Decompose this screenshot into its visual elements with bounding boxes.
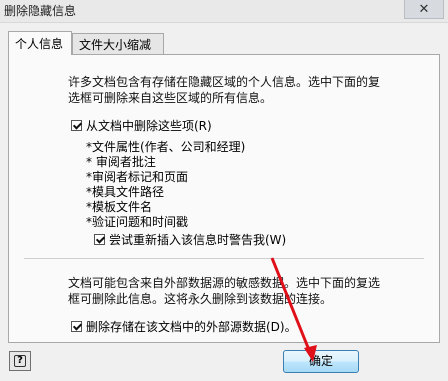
list-item: *审阅者标记和页面 bbox=[86, 170, 189, 184]
list-item: *模具文件路径 bbox=[86, 185, 165, 199]
remove-hidden-info-dialog: 删除隐藏信息 ✕ 个人信息 文件大小缩减 许多文档包含有存储在隐藏区域的个人信息… bbox=[0, 0, 448, 381]
help-icon: ? bbox=[14, 355, 26, 367]
list-item: * 审阅者批注 bbox=[86, 155, 156, 169]
ok-button[interactable]: 确定 bbox=[283, 350, 359, 373]
removed-items-list: *文件属性(作者、公司和经理) * 审阅者批注 *审阅者标记和页面 *模具文件路… bbox=[86, 140, 245, 230]
external-line: 框可删除此信息。这将永久删除到该数据的连接。 bbox=[68, 292, 333, 306]
external-data-checkbox[interactable] bbox=[71, 321, 82, 332]
window-title: 删除隐藏信息 bbox=[4, 4, 77, 18]
intro-text: 许多文档包含有存储在隐藏区域的个人信息。选中下面的复 选框可删除来自这些区域的所… bbox=[68, 74, 380, 106]
warn-checkbox[interactable] bbox=[94, 234, 105, 245]
close-button[interactable]: ✕ bbox=[404, 0, 444, 19]
external-data-label: 删除存储在该文档中的外部源数据(D)。 bbox=[86, 320, 297, 334]
intro-line: 选框可删除来自这些区域的所有信息。 bbox=[68, 91, 273, 105]
external-data-text: 文档可能包含来自外部数据源的敏感数据。选中下面的复选 框可删除此信息。这将永久删… bbox=[68, 275, 380, 307]
remove-items-option[interactable]: 从文档中删除这些项(R) bbox=[71, 117, 212, 134]
external-data-option[interactable]: 删除存储在该文档中的外部源数据(D)。 bbox=[71, 318, 297, 335]
title-bar: 删除隐藏信息 ✕ bbox=[0, 0, 448, 23]
external-line: 文档可能包含来自外部数据源的敏感数据。选中下面的复选 bbox=[68, 276, 381, 290]
section-divider bbox=[24, 258, 424, 259]
list-item: *文件属性(作者、公司和经理) bbox=[86, 140, 246, 154]
tab-file-size-reduction[interactable]: 文件大小缩减 bbox=[72, 33, 164, 54]
warn-option[interactable]: 尝试重新插入该信息时警告我(W) bbox=[94, 231, 286, 248]
list-item: *模板文件名 bbox=[86, 200, 153, 214]
tab-personal-info[interactable]: 个人信息 bbox=[8, 31, 72, 55]
remove-items-checkbox[interactable] bbox=[71, 120, 82, 131]
intro-line: 许多文档包含有存储在隐藏区域的个人信息。选中下面的复 bbox=[68, 75, 381, 89]
remove-items-label: 从文档中删除这些项(R) bbox=[86, 119, 212, 133]
help-button[interactable]: ? bbox=[9, 351, 31, 371]
warn-label: 尝试重新插入该信息时警告我(W) bbox=[109, 233, 287, 247]
close-icon: ✕ bbox=[418, 1, 430, 17]
list-item: *验证问题和时间戳 bbox=[86, 215, 189, 229]
